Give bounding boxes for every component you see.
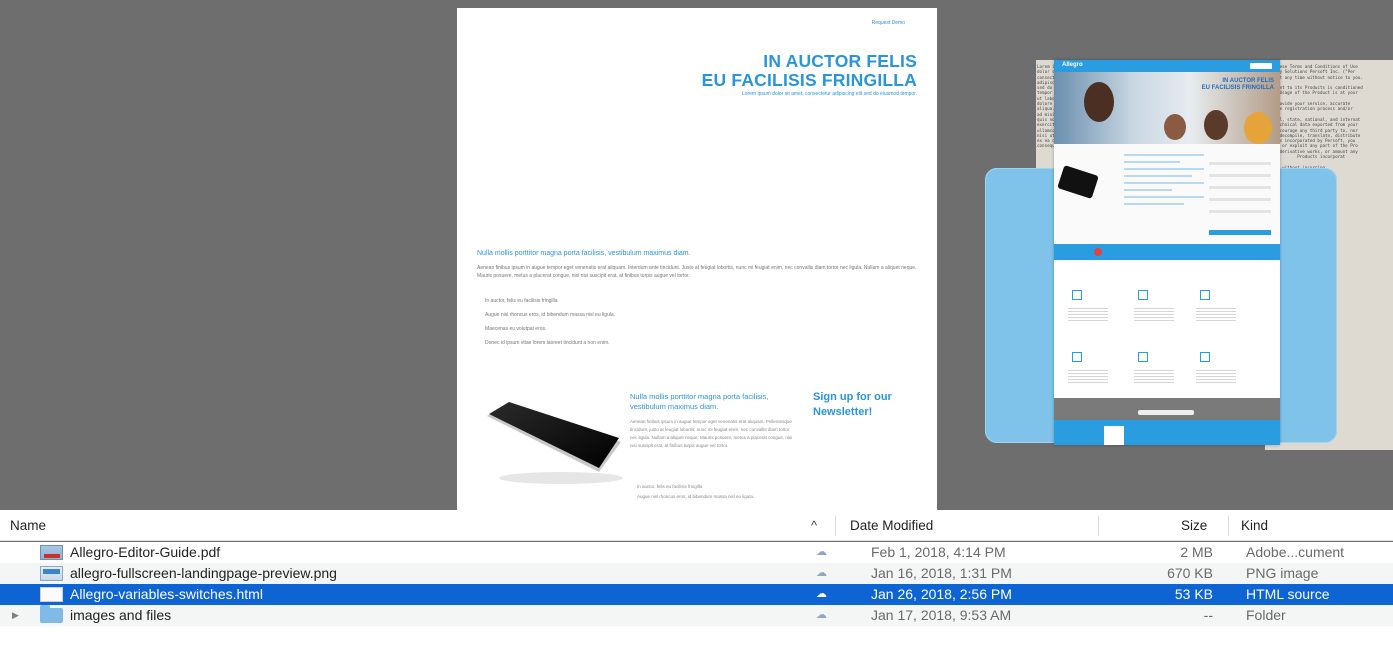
file-size: 2 MB: [1180, 544, 1213, 560]
bullet-item: In auctor, felis eu facilisis fringilla: [637, 484, 703, 489]
file-list-header: Name ^ Date Modified Size Kind: [0, 510, 1393, 541]
site-feature-grid: [1054, 260, 1280, 398]
site-submit-button: [1209, 230, 1271, 235]
file-kind: Adobe...cument: [1246, 544, 1345, 560]
site-logo: Allegro: [1062, 62, 1083, 68]
section-heading: Nulla mollis porttitor magna porta facil…: [477, 250, 691, 257]
site-footer: [1054, 420, 1280, 445]
site-cta-button: [1138, 410, 1194, 415]
column-header-date-modified[interactable]: Date Modified: [850, 518, 933, 533]
file-name[interactable]: allegro-fullscreen-landingpage-preview.p…: [70, 563, 337, 584]
browser-icon: [1072, 352, 1082, 362]
file-date-modified: Jan 26, 2018, 2:56 PM: [871, 586, 1012, 602]
grid-icon: [1200, 290, 1210, 300]
person-figure: [1244, 112, 1272, 144]
site-form-field: [1209, 198, 1271, 201]
phone-icon: [1138, 290, 1148, 300]
file-date-modified: Feb 1, 2018, 4:14 PM: [871, 544, 1006, 560]
file-date-modified: Jan 17, 2018, 9:53 AM: [871, 607, 1012, 623]
file-size: 670 KB: [1167, 565, 1213, 581]
smartphone-image: [1057, 165, 1099, 199]
avatar: [1094, 248, 1102, 256]
icloud-status-icon: ☁: [816, 588, 827, 600]
feature-heading: Nulla mollis porttitor magna porta facil…: [630, 392, 769, 411]
disclosure-triangle-icon[interactable]: ▶: [12, 605, 19, 626]
bullet-item: Augue nisl rhoncus eros, id bibendum mas…: [485, 312, 616, 318]
folder-icon: [40, 605, 63, 623]
quick-look-preview: Request Demo IN AUCTOR FELIS EU FACILISI…: [0, 0, 1393, 510]
file-size: 53 KB: [1174, 586, 1213, 602]
file-list: Allegro-Editor-Guide.pdf ☁ Feb 1, 2018, …: [0, 542, 1393, 645]
site-form-field: [1209, 210, 1271, 213]
hero-title-line2: EU FACILISIS FRINGILLA: [701, 70, 917, 90]
column-divider[interactable]: [1228, 516, 1229, 536]
smartphone-image: [487, 402, 623, 484]
file-row-selected[interactable]: Allegro-variables-switches.html ☁ Jan 26…: [0, 584, 1393, 605]
column-header-kind[interactable]: Kind: [1241, 518, 1268, 533]
landingpage-screenshot-preview: Allegro IN AUCTOR FELIS EU FACILISIS FRI…: [1054, 60, 1280, 445]
column-header-size[interactable]: Size: [1181, 518, 1207, 533]
folder-row[interactable]: ▶ images and files ☁ Jan 17, 2018, 9:53 …: [0, 605, 1393, 626]
file-row[interactable]: allegro-fullscreen-landingpage-preview.p…: [0, 563, 1393, 584]
site-text-lines: [1124, 154, 1204, 210]
icloud-status-icon: ☁: [816, 546, 827, 558]
site-form-field: [1209, 174, 1271, 177]
site-testimonial-band: [1054, 244, 1280, 260]
chart-icon: [1072, 290, 1082, 300]
column-divider[interactable]: [835, 516, 836, 536]
site-cta-band: [1054, 398, 1280, 420]
hero-title: IN AUCTOR FELIS EU FACILISIS FRINGILLA: [702, 52, 917, 90]
file-row[interactable]: Allegro-Editor-Guide.pdf ☁ Feb 1, 2018, …: [0, 542, 1393, 563]
bullet-item: Maecenas eu volutpat eros.: [485, 326, 547, 332]
section-bullets: In auctor, felis eu facilisis fringilla …: [485, 298, 615, 354]
site-footer-image: [1104, 426, 1124, 445]
file-name[interactable]: Allegro-Editor-Guide.pdf: [70, 542, 220, 563]
newsletter-heading: Sign up for our Newsletter!: [813, 391, 892, 418]
text-document-preview: Lorem ipsum dolor sit am consectetur adi…: [1036, 60, 1054, 170]
person-figure: [1204, 110, 1228, 140]
icloud-status-icon: ☁: [816, 609, 827, 621]
html-file-icon: [40, 587, 63, 602]
person-figure: [1164, 114, 1186, 140]
sort-ascending-icon[interactable]: ^: [811, 518, 817, 533]
site-form-field: [1209, 186, 1271, 189]
folder-name[interactable]: images and files: [70, 605, 171, 626]
column-divider[interactable]: [1098, 516, 1099, 536]
file-name[interactable]: Allegro-variables-switches.html: [70, 584, 263, 605]
bullet-item: Augue nisl rhoncus eros, id bibendum mas…: [637, 494, 755, 499]
bullet-item: Donec id ipsum vitae lorem laoreet tinci…: [485, 340, 610, 346]
feature-body: Aenean finibus ipsum in augue tempor ege…: [630, 419, 793, 448]
site-hero-line1: IN AUCTOR FELIS: [1222, 78, 1274, 84]
clipboard-icon: [1200, 352, 1210, 362]
site-nav-button: [1250, 63, 1272, 69]
file-kind: Folder: [1246, 607, 1286, 623]
section-body: Aenean finibus ipsum in augue tempor ege…: [477, 265, 917, 279]
file-size: --: [1203, 607, 1213, 623]
column-header-name[interactable]: Name: [10, 518, 46, 533]
pdf-file-icon: [40, 545, 63, 560]
png-file-icon: [40, 566, 63, 581]
site-hero-image: IN AUCTOR FELIS EU FACILISIS FRINGILLA: [1054, 72, 1280, 144]
file-kind: HTML source: [1246, 586, 1330, 602]
site-navbar: Allegro: [1054, 60, 1280, 72]
site-form-field: [1209, 162, 1271, 165]
request-demo-link: Request Demo: [871, 20, 905, 26]
presentation-icon: [1138, 352, 1148, 362]
hero-title-line1: IN AUCTOR FELIS: [763, 51, 917, 71]
site-form-section: [1054, 144, 1280, 244]
feature-bullets: In auctor, felis eu facilisis fringilla …: [637, 484, 754, 504]
bullet-item: In auctor, felis eu facilisis fringilla: [485, 298, 558, 304]
file-date-modified: Jan 16, 2018, 1:31 PM: [871, 565, 1012, 581]
file-kind: PNG image: [1246, 565, 1319, 581]
site-hero-title: IN AUCTOR FELIS EU FACILISIS FRINGILLA: [1202, 78, 1274, 92]
site-hero-line2: EU FACILISIS FRINGILLA: [1201, 85, 1274, 91]
html-page-preview: Request Demo IN AUCTOR FELIS EU FACILISI…: [457, 8, 937, 510]
person-figure: [1084, 82, 1114, 122]
hero-subtitle: Lorem ipsum dolor sit amet, consectetur …: [741, 91, 917, 97]
icloud-status-icon: ☁: [816, 567, 827, 579]
